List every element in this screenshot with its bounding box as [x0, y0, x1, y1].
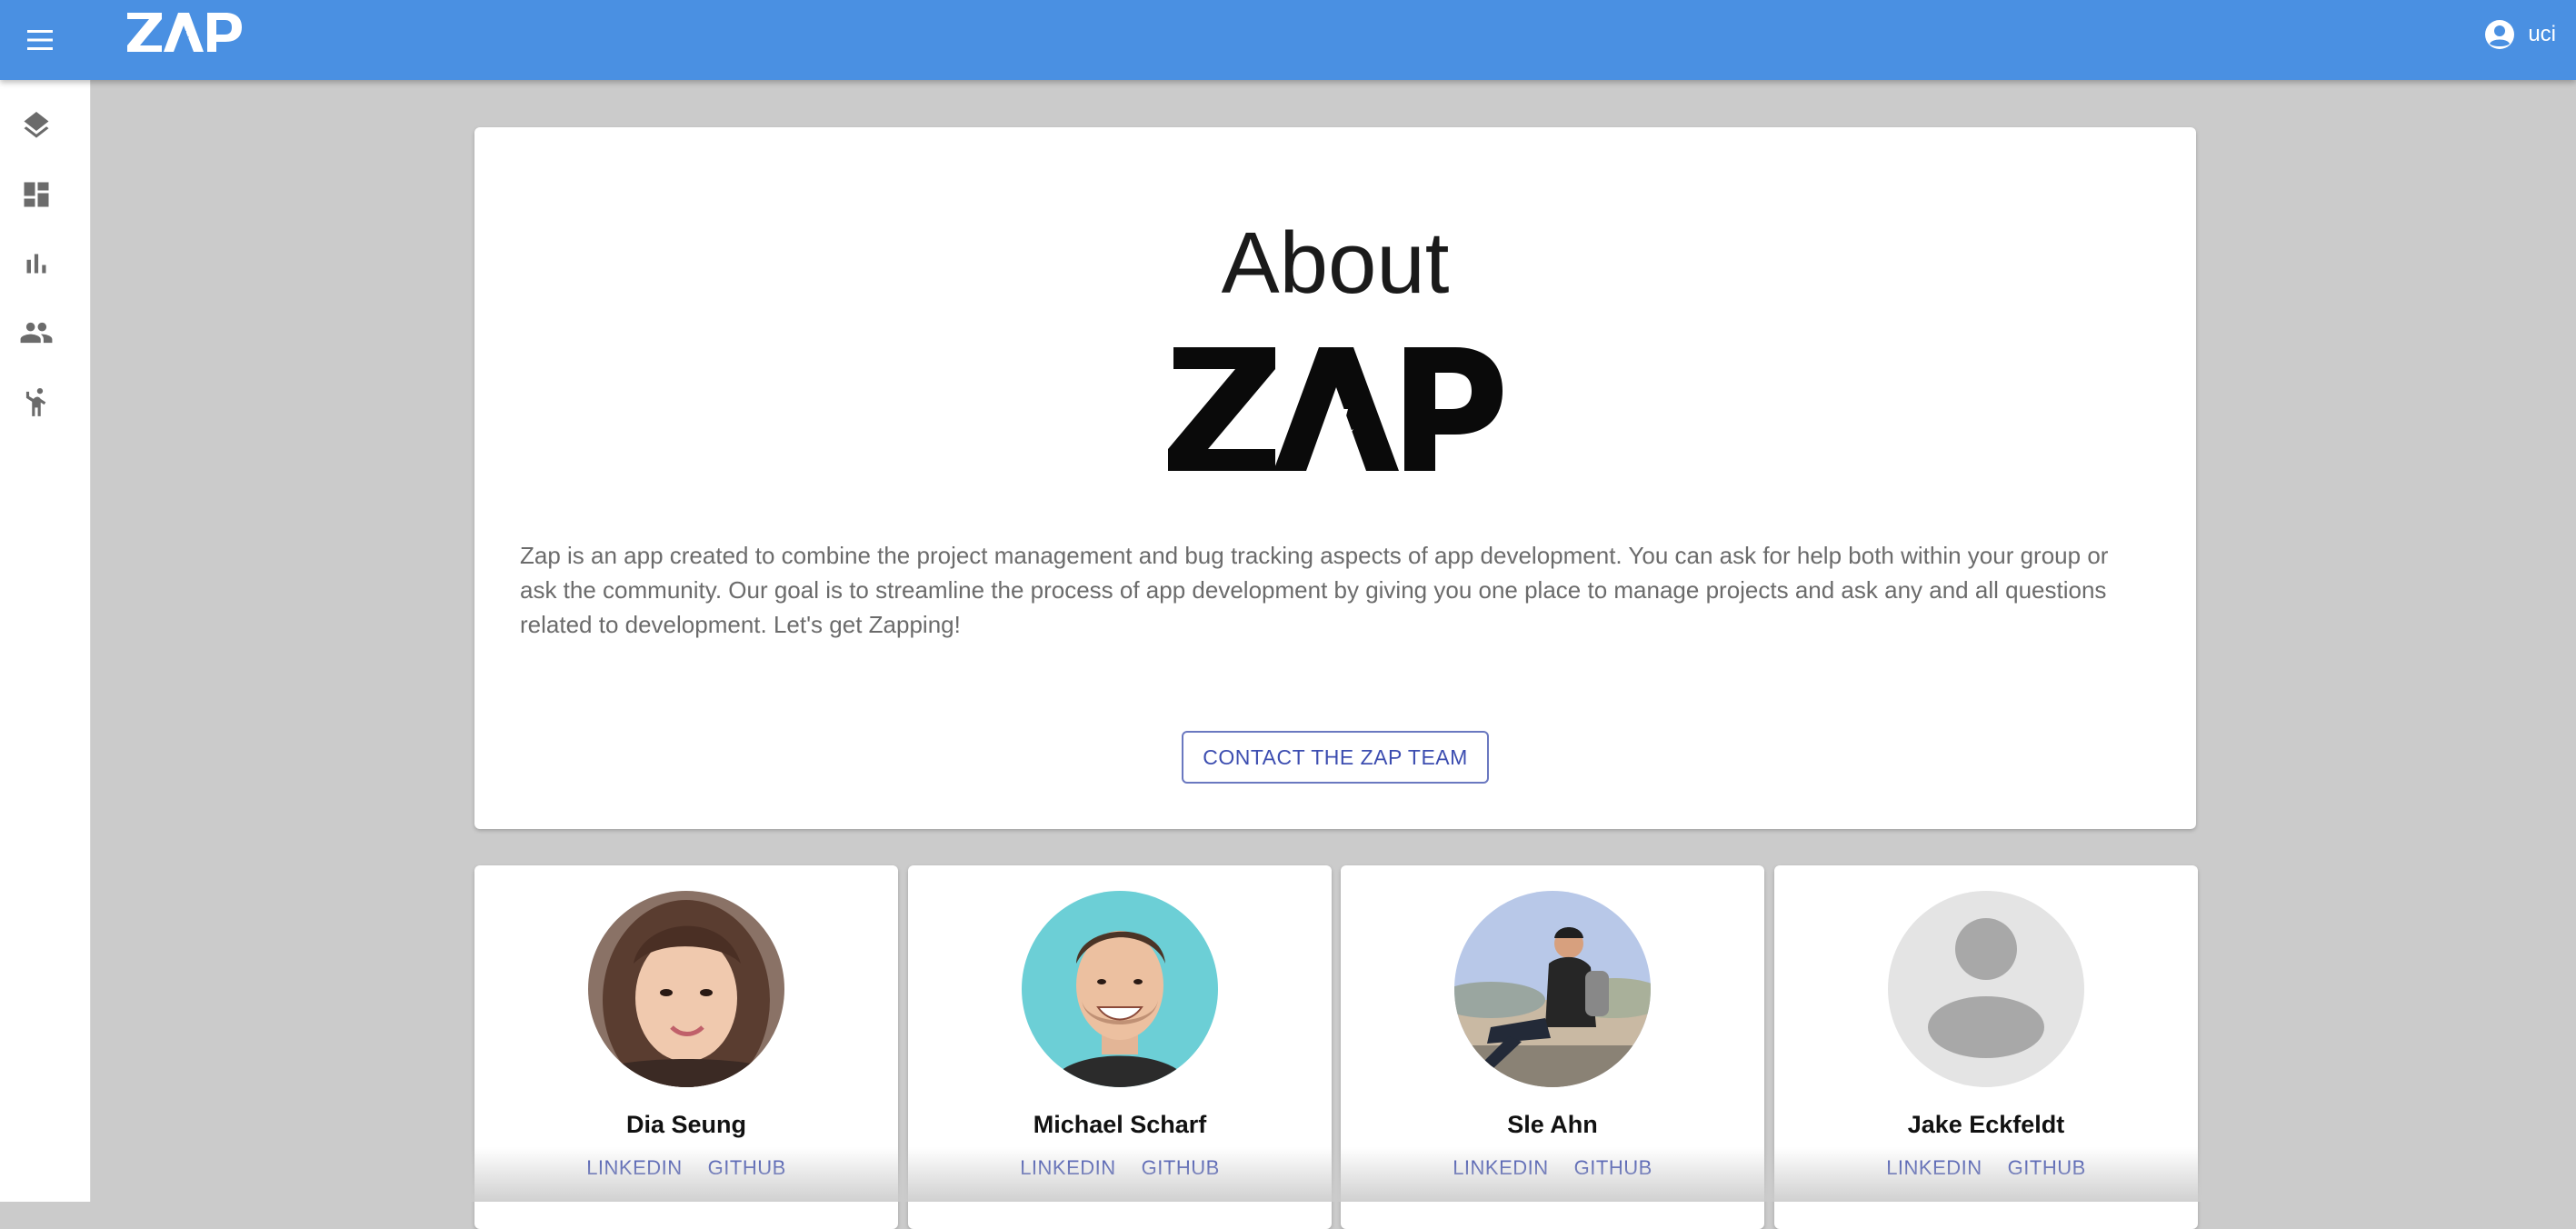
sidebar-item-layers[interactable]	[9, 100, 64, 155]
team-member-name: Michael Scharf	[1033, 1111, 1207, 1138]
linkedin-link[interactable]: LINKEDIN	[583, 1154, 685, 1182]
dashboard-icon	[20, 178, 53, 215]
account-circle-icon	[2484, 19, 2515, 50]
avatar	[588, 891, 784, 1087]
sidebar-item-people[interactable]	[9, 307, 64, 362]
team-member-name: Sle Ahn	[1507, 1111, 1598, 1138]
bottom-shadow	[91, 1147, 2576, 1202]
about-description: Zap is an app created to combine the pro…	[520, 542, 2109, 638]
bar-chart-icon	[20, 247, 53, 285]
team-links: LINKEDIN GITHUB	[474, 1154, 898, 1182]
people-icon	[19, 315, 54, 355]
team-member-name: Jake Eckfeldt	[1907, 1111, 2065, 1138]
avatar	[1022, 891, 1218, 1087]
sidebar-item-dashboard[interactable]	[9, 169, 64, 224]
sidebar-item-person[interactable]	[9, 376, 64, 431]
team-links: LINKEDIN GITHUB	[1774, 1154, 2198, 1182]
menu-icon[interactable]	[20, 20, 60, 60]
default-avatar-icon	[1888, 891, 2084, 1087]
about-card: About Zap is an app created to combine t…	[474, 127, 2196, 829]
github-link[interactable]: GITHUB	[704, 1154, 790, 1182]
sidebar-item-charts[interactable]	[9, 238, 64, 293]
linkedin-link[interactable]: LINKEDIN	[1016, 1154, 1119, 1182]
github-link[interactable]: GITHUB	[2004, 1154, 2090, 1182]
github-link[interactable]: GITHUB	[1138, 1154, 1223, 1182]
team-links: LINKEDIN GITHUB	[908, 1154, 1332, 1182]
linkedin-link[interactable]: LINKEDIN	[1882, 1154, 1985, 1182]
contact-team-button[interactable]: CONTACT THE ZAP TEAM	[1182, 731, 1489, 784]
team-card: Sle Ahn LINKEDIN GITHUB	[1341, 865, 1764, 1229]
app-bar: uci	[0, 0, 2576, 80]
github-link[interactable]: GITHUB	[1571, 1154, 1656, 1182]
linkedin-link[interactable]: LINKEDIN	[1449, 1154, 1552, 1182]
avatar	[1454, 891, 1651, 1087]
team-links: LINKEDIN GITHUB	[1341, 1154, 1764, 1182]
team-card: Michael Scharf LINKEDIN GITHUB	[908, 865, 1332, 1229]
user-menu[interactable]: uci	[2484, 16, 2556, 53]
team-member-name: Dia Seung	[625, 1111, 747, 1138]
layers-icon	[20, 109, 53, 146]
accessibility-person-icon	[19, 385, 54, 424]
about-title: About	[1221, 215, 1450, 312]
sidebar	[0, 80, 91, 1202]
zap-big-logo	[1166, 345, 1504, 473]
user-name: uci	[2528, 22, 2556, 46]
team-card: Dia Seung LINKEDIN GITHUB	[474, 865, 898, 1229]
team-card: Jake Eckfeldt LINKEDIN GITHUB	[1774, 865, 2198, 1229]
zap-logo[interactable]	[125, 5, 244, 56]
